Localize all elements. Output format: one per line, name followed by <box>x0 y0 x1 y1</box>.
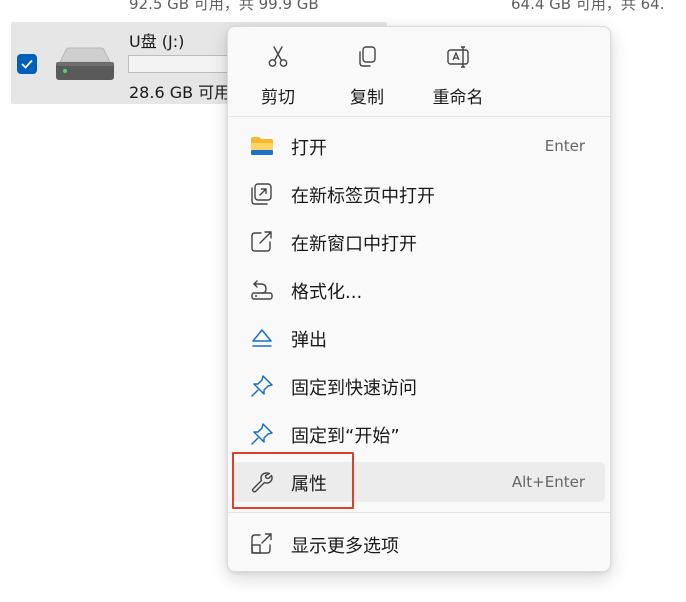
menu-item-open[interactable]: 打开 Enter <box>233 126 605 166</box>
drive-select-checkbox[interactable] <box>17 54 37 74</box>
format-icon <box>251 280 273 300</box>
cut-label: 剪切 <box>261 88 295 108</box>
menu-item-open-new-window[interactable]: 在新窗口中打开 <box>233 222 605 262</box>
menu-item-format[interactable]: 格式化... <box>233 270 605 310</box>
drive-capacity-caption-right: 64.4 GB 可用，共 64. <box>511 0 665 13</box>
checkmark-icon <box>21 59 33 69</box>
copy-icon <box>359 46 376 67</box>
cut-button[interactable]: 剪切 <box>237 27 319 113</box>
wrench-icon <box>251 472 273 493</box>
rename-button[interactable]: 重命名 <box>417 27 499 113</box>
menu-divider <box>228 512 610 513</box>
drive-name: U盘 (J:) <box>129 32 185 51</box>
rename-label: 重命名 <box>432 88 484 108</box>
menu-item-label: 固定到快速访问 <box>291 378 417 399</box>
pin-icon <box>251 375 273 397</box>
drive-capacity-caption-left: 92.5 GB 可用，共 99.9 GB <box>129 0 319 13</box>
context-menu: 剪切 复制 重命名 打开 Enter 在新标签页中打开 在新窗口中打开 格式化.… <box>227 26 611 572</box>
menu-item-open-new-tab[interactable]: 在新标签页中打开 <box>233 174 605 214</box>
menu-item-shortcut: Enter <box>544 137 585 155</box>
menu-divider <box>228 116 610 117</box>
menu-item-label: 打开 <box>291 138 327 159</box>
quick-actions-row: 剪切 复制 重命名 <box>228 27 610 115</box>
menu-item-pin-quick-access[interactable]: 固定到快速访问 <box>233 366 605 406</box>
menu-item-label: 在新窗口中打开 <box>291 234 417 255</box>
eject-icon <box>252 329 272 347</box>
file-explorer-view: 92.5 GB 可用，共 99.9 GB 64.4 GB 可用，共 64. U盘… <box>0 0 686 602</box>
more-options-icon <box>251 533 272 554</box>
menu-item-pin-start[interactable]: 固定到“开始” <box>233 414 605 454</box>
menu-item-shortcut: Alt+Enter <box>511 473 585 491</box>
menu-item-label: 格式化... <box>291 282 363 303</box>
pin-start-icon <box>251 423 273 445</box>
menu-item-label: 在新标签页中打开 <box>291 186 435 207</box>
menu-item-label: 固定到“开始” <box>291 426 400 447</box>
open-new-window-icon <box>251 231 272 252</box>
menu-item-eject[interactable]: 弹出 <box>233 318 605 358</box>
menu-item-label: 显示更多选项 <box>291 536 399 557</box>
usb-drive-icon <box>56 47 114 80</box>
menu-item-label: 弹出 <box>291 330 327 351</box>
menu-item-label: 属性 <box>291 474 327 495</box>
drive-free-space: 28.6 GB 可用 <box>129 83 231 102</box>
folder-icon <box>251 137 273 155</box>
open-new-tab-icon <box>251 183 272 205</box>
copy-label: 复制 <box>350 88 384 108</box>
menu-item-show-more-options[interactable]: 显示更多选项 <box>233 524 605 564</box>
menu-item-properties[interactable]: 属性 Alt+Enter <box>233 462 605 502</box>
scissors-icon <box>268 46 288 67</box>
rename-icon <box>447 46 469 68</box>
copy-button[interactable]: 复制 <box>326 27 408 113</box>
